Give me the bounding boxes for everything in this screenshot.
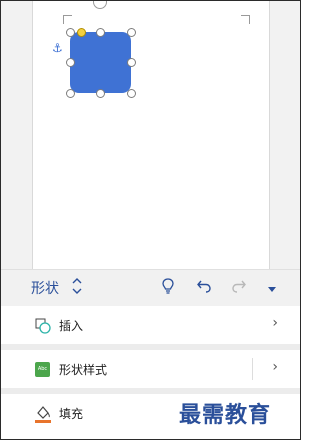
selected-rounded-rectangle-shape[interactable] [70, 32, 131, 93]
chevron-right-icon: › [272, 359, 278, 375]
menu-item-label: 填充 [59, 407, 84, 421]
redo-icon[interactable] [231, 277, 247, 299]
document-page[interactable] [32, 1, 270, 269]
menu-item-label: 插入 [59, 319, 84, 333]
page-margin-corner [63, 15, 72, 24]
shape-styles-icon: Abc [35, 362, 50, 377]
resize-handle[interactable] [66, 89, 75, 98]
resize-handle[interactable] [96, 89, 105, 98]
watermark: 最需教育 [179, 403, 272, 428]
more-dropdown-icon[interactable] [267, 279, 277, 298]
corner-radius-handle[interactable] [77, 28, 86, 37]
resize-handle[interactable] [127, 28, 136, 37]
resize-handle[interactable] [66, 58, 75, 67]
menu-item-insert[interactable]: 插入 › [1, 306, 300, 344]
expand-arrows-icon[interactable] [71, 277, 83, 299]
ribbon-tab-label[interactable]: 形状 [31, 278, 59, 298]
undo-icon[interactable] [196, 277, 212, 299]
ribbon-toolbar: 形状 [1, 269, 300, 307]
resize-handle[interactable] [127, 58, 136, 67]
app-frame: ⚓ 形状 插入 › Abc 形状样式 › 填充 最需教育 [0, 0, 301, 440]
resize-handle[interactable] [96, 28, 105, 37]
document-canvas: ⚓ [1, 1, 300, 269]
chevron-right-icon: › [272, 315, 278, 331]
menu-item-shape-styles[interactable]: Abc 形状样式 › [1, 350, 300, 388]
lightbulb-icon[interactable] [161, 277, 175, 299]
divider [252, 358, 253, 380]
resize-handle[interactable] [66, 28, 75, 37]
resize-handle[interactable] [127, 89, 136, 98]
fill-bucket-icon [34, 404, 52, 424]
menu-item-label: 形状样式 [59, 363, 108, 377]
page-margin-corner [241, 15, 250, 24]
insert-shape-icon [35, 318, 51, 334]
anchor-icon: ⚓ [52, 41, 63, 55]
